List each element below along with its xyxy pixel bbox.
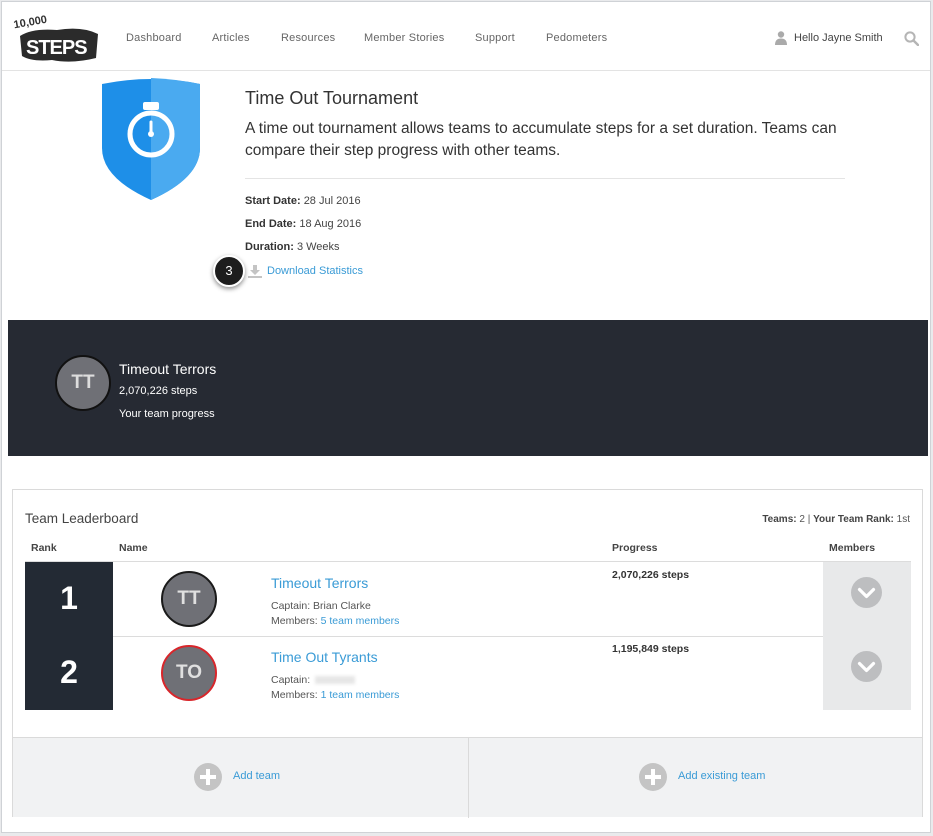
team-name: Timeout Terrors — [119, 361, 217, 377]
nav-support[interactable]: Support — [475, 32, 515, 44]
nav-resources[interactable]: Resources — [281, 32, 335, 44]
captain-name-redacted — [315, 676, 356, 685]
members-link[interactable]: 5 team members — [321, 615, 400, 627]
leaderboard-stats: Teams: 2 | Your Team Rank: 1st — [762, 514, 910, 525]
step-marker-badge: 3 — [213, 255, 245, 287]
plus-circle-icon[interactable] — [194, 763, 222, 791]
download-statistics-link[interactable]: Download Statistics — [267, 265, 363, 277]
team-progress: 2,070,226 steps — [612, 569, 690, 581]
tournament-description: A time out tournament allows teams to ac… — [245, 120, 837, 159]
team-avatar: TT — [161, 571, 217, 627]
download-icon[interactable] — [248, 264, 262, 278]
leaderboard-title: Team Leaderboard — [25, 511, 139, 526]
rank-cell: 1 — [25, 562, 113, 636]
members-label: Members: — [271, 615, 318, 627]
team-avatar: TO — [161, 645, 217, 701]
rank-cell: 2 — [25, 636, 113, 710]
members-label: Members: — [271, 689, 318, 701]
end-date: End Date: 18 Aug 2016 — [245, 218, 361, 230]
plus-circle-icon[interactable] — [639, 763, 667, 791]
nav-articles[interactable]: Articles — [212, 32, 250, 44]
svg-text:10,000: 10,000 — [13, 14, 48, 31]
column-header-progress: Progress — [612, 542, 658, 554]
team-leaderboard: Team Leaderboard Teams: 2 | Your Team Ra… — [12, 489, 923, 818]
add-team-area: Add team Add existing team — [13, 737, 922, 818]
table-row: 1 TT Timeout Terrors Captain: Brian Clar… — [25, 562, 911, 636]
team-captain: Captain: — [271, 674, 356, 686]
duration-value: 3 Weeks — [296, 241, 340, 253]
team-progress: 1,195,849 steps — [612, 643, 690, 655]
start-date: Start Date: 28 Jul 2016 — [245, 195, 361, 207]
column-header-members: Members — [829, 542, 876, 554]
column-header-rank: Rank — [31, 542, 57, 554]
nav-member-stories[interactable]: Member Stories — [364, 32, 444, 44]
members-link[interactable]: 1 team members — [321, 689, 400, 701]
start-date-value: 28 Jul 2016 — [303, 195, 361, 207]
nav-dashboard[interactable]: Dashboard — [126, 32, 182, 44]
start-date-label: Start Date: — [245, 195, 301, 207]
add-existing-team-label[interactable]: Add existing team — [678, 770, 765, 782]
teams-label: Teams: — [762, 514, 797, 525]
team-members: Members: 1 team members — [271, 689, 399, 701]
duration-label: Duration: — [245, 241, 294, 253]
nav-pedometers[interactable]: Pedometers — [546, 32, 607, 44]
team-members: Members: 5 team members — [271, 615, 399, 627]
app-frame: 10,000 STEPS Dashboard Articles Resource… — [1, 1, 931, 833]
members-expand-cell[interactable] — [823, 636, 911, 710]
rank-value: 1st — [896, 514, 910, 525]
top-navigation: 10,000 STEPS Dashboard Articles Resource… — [2, 2, 930, 71]
divider — [245, 178, 845, 179]
my-team-banner: TT Timeout Terrors 2,070,226 steps Your … — [8, 320, 928, 456]
chevron-down-icon[interactable] — [851, 651, 882, 682]
search-icon[interactable] — [904, 31, 919, 46]
end-date-value: 18 Aug 2016 — [299, 218, 362, 230]
captain-name: Brian Clarke — [313, 600, 371, 612]
members-expand-cell[interactable] — [823, 562, 911, 636]
svg-text:STEPS: STEPS — [26, 37, 87, 59]
user-greeting[interactable]: Hello Jayne Smith — [794, 32, 883, 44]
table-row: 2 TO Time Out Tyrants Captain: Members: … — [25, 636, 911, 710]
tournament-title: Time Out Tournament — [245, 88, 419, 108]
team-steps: 2,070,226 steps — [119, 385, 198, 397]
stopwatch-badge-icon — [102, 78, 200, 200]
teams-count: 2 — [799, 514, 805, 525]
team-captain: Captain: Brian Clarke — [271, 600, 371, 612]
team-avatar: TT — [55, 355, 111, 411]
duration: Duration: 3 Weeks — [245, 241, 340, 253]
chevron-down-icon[interactable] — [851, 577, 882, 608]
end-date-label: End Date: — [245, 218, 297, 230]
captain-label: Captain: — [271, 600, 311, 612]
captain-label: Captain: — [271, 674, 311, 686]
logo-icon[interactable]: 10,000 STEPS — [12, 14, 102, 62]
user-icon — [775, 31, 787, 45]
stats-separator: | — [807, 514, 811, 525]
team-name-link[interactable]: Timeout Terrors — [271, 575, 368, 591]
team-name-link[interactable]: Time Out Tyrants — [271, 649, 378, 665]
column-header-name: Name — [119, 542, 148, 554]
rank-label: Your Team Rank: — [813, 514, 894, 525]
add-existing-team-button[interactable]: Add existing team — [469, 738, 922, 818]
team-progress-label: Your team progress — [119, 408, 215, 420]
add-team-button[interactable]: Add team — [13, 738, 468, 818]
add-team-label[interactable]: Add team — [233, 770, 280, 782]
